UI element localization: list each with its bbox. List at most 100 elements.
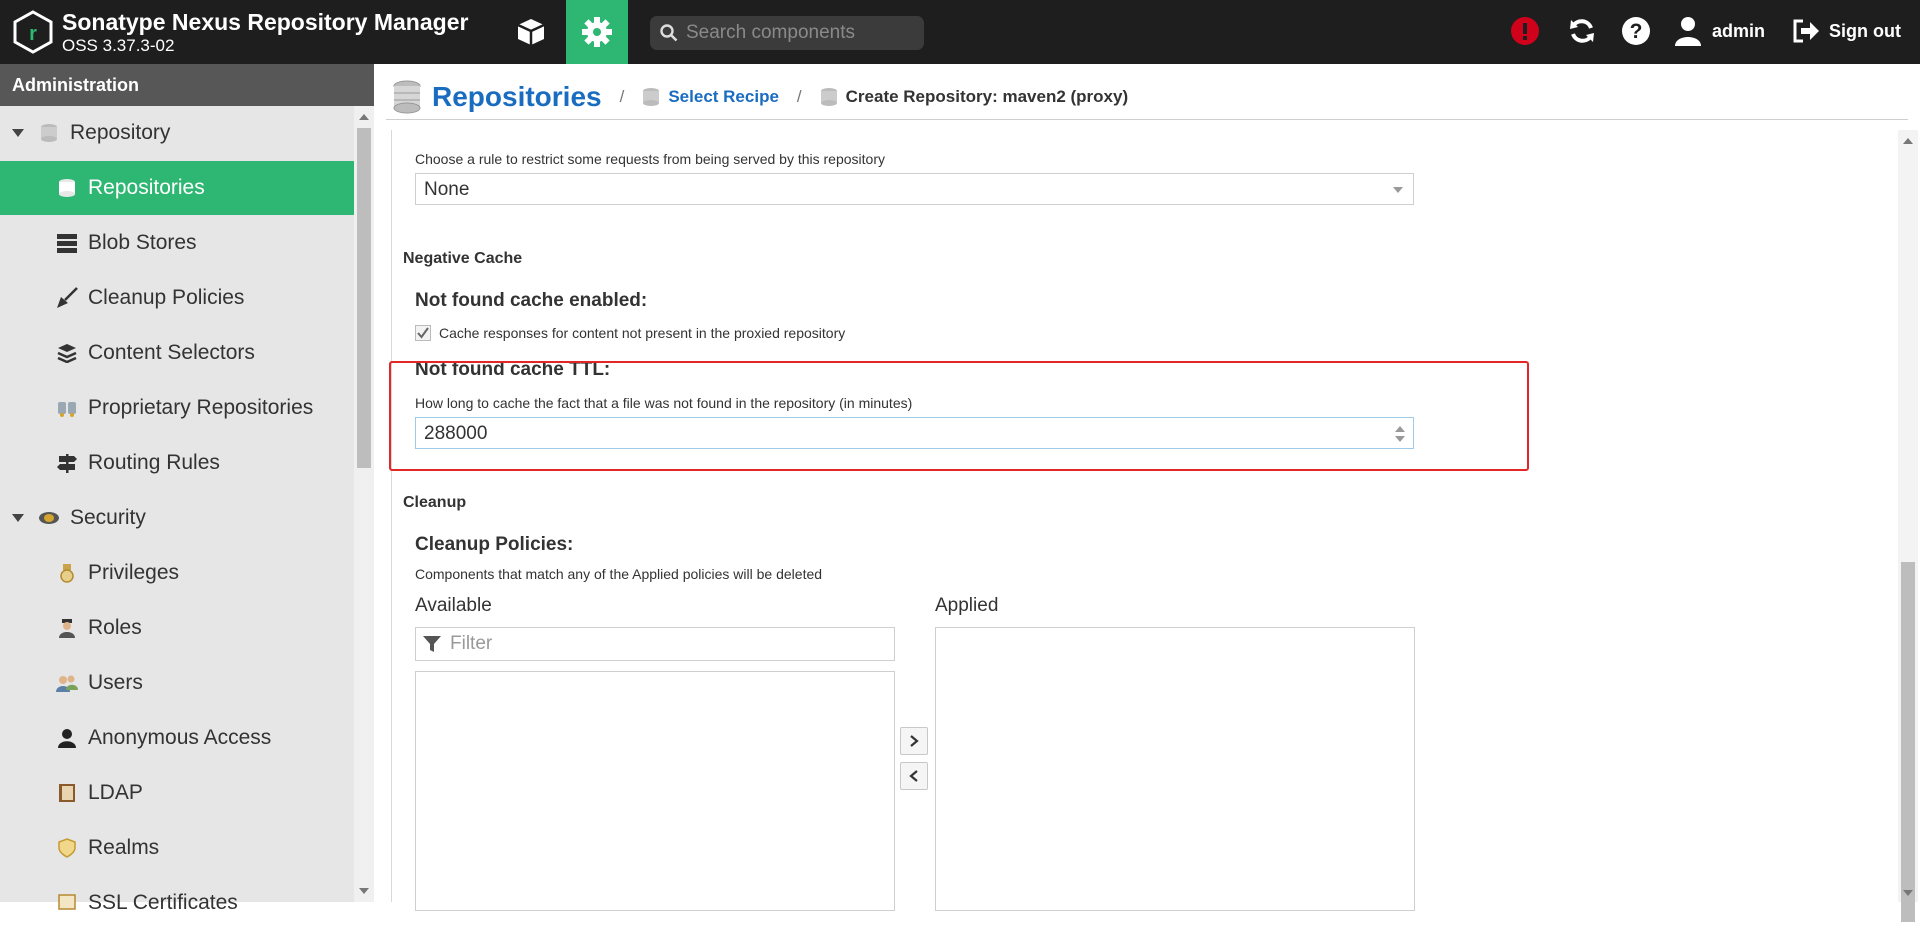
sidebar-item-label: Content Selectors: [88, 341, 255, 364]
sidebar-item-proprietary-repositories[interactable]: Proprietary Repositories: [0, 381, 354, 435]
cleanup-policies-help: Components that match any of the Applied…: [415, 566, 823, 582]
proprietary-icon: [56, 397, 78, 419]
routing-rule-value: None: [424, 179, 470, 200]
sidebar-item-cleanup-policies[interactable]: Cleanup Policies: [0, 271, 354, 325]
chevron-down-icon[interactable]: [1393, 187, 1403, 193]
user-menu-button[interactable]: admin: [1674, 14, 1765, 48]
database-icon: [820, 87, 837, 106]
app-version: OSS 3.37.3-02: [62, 36, 175, 55]
move-right-button[interactable]: [900, 727, 928, 755]
nfc-enabled-checkbox-label[interactable]: Cache responses for content not present …: [439, 325, 845, 341]
refresh-icon: [1570, 19, 1594, 43]
sign-out-label: Sign out: [1829, 20, 1901, 41]
sign-out-icon: [1793, 19, 1819, 43]
refresh-button[interactable]: [1565, 14, 1599, 48]
sidebar-group-repository[interactable]: Repository: [0, 106, 354, 160]
breadcrumb: Repositories / Select Recipe / Create Re…: [386, 74, 1908, 120]
sidebar-scrollbar[interactable]: [354, 106, 374, 902]
search-icon: [660, 24, 678, 42]
help-icon: ?: [1622, 17, 1650, 45]
sidebar-item-label: Repository: [70, 121, 171, 144]
filter-icon: [423, 636, 441, 652]
sidebar-item-label: Cleanup Policies: [88, 286, 245, 309]
routing-rule-help: Choose a rule to restrict some requests …: [415, 151, 885, 167]
sign-out-button[interactable]: Sign out: [1792, 14, 1901, 48]
search-input[interactable]: [686, 22, 916, 44]
help-button[interactable]: ?: [1619, 14, 1653, 48]
sidebar-item-label: Anonymous Access: [88, 726, 272, 749]
database-icon: [643, 87, 660, 106]
sidebar-item-repositories[interactable]: Repositories: [0, 161, 354, 215]
sidebar-item-anonymous-access[interactable]: Anonymous Access: [0, 711, 354, 765]
browse-mode-button[interactable]: [500, 0, 562, 64]
medal-icon: [56, 562, 78, 584]
gear-icon: [582, 17, 612, 47]
database-icon: [393, 80, 421, 113]
server-icon: [56, 232, 78, 254]
cleanup-policies-label: Cleanup Policies:: [415, 534, 574, 555]
security-icon: [38, 507, 60, 529]
sidebar-item-users[interactable]: Users: [0, 656, 354, 710]
search-box[interactable]: [650, 16, 924, 50]
main-scrollbar[interactable]: [1898, 130, 1918, 922]
user-icon: [1675, 17, 1701, 46]
caret-down-icon: [12, 129, 24, 137]
sidebar-item-label: Repositories: [88, 176, 205, 199]
annotation-highlight-box: [389, 361, 1529, 471]
cube-icon: [517, 19, 545, 45]
checkmark-icon: [417, 327, 429, 339]
available-policies-list[interactable]: [415, 671, 895, 911]
applied-policies-list[interactable]: [935, 627, 1415, 911]
signpost-icon: [56, 452, 78, 474]
caret-down-icon: [12, 514, 24, 522]
admin-mode-button[interactable]: [566, 0, 628, 64]
alert-icon: [1511, 17, 1539, 45]
nfc-enabled-row: Cache responses for content not present …: [415, 325, 845, 341]
filter-input[interactable]: [450, 633, 850, 655]
broom-icon: [56, 287, 78, 309]
sidebar-item-roles[interactable]: Roles: [0, 601, 354, 655]
sidebar-item-ssl-certificates[interactable]: SSL Certificates: [0, 876, 354, 930]
sidebar-item-label: LDAP: [88, 781, 143, 804]
chevron-left-icon: [909, 770, 918, 782]
sidebar-item-label: Privileges: [88, 561, 180, 584]
sidebar-item-realms[interactable]: Realms: [0, 821, 354, 875]
sidebar-item-content-selectors[interactable]: Content Selectors: [0, 326, 354, 380]
nfc-enabled-checkbox[interactable]: [415, 325, 431, 341]
scroll-up-icon[interactable]: [1903, 138, 1913, 144]
sidebar-item-ldap[interactable]: LDAP: [0, 766, 354, 820]
sidebar-item-label: Security: [70, 506, 146, 529]
sidebar-item-routing-rules[interactable]: Routing Rules: [0, 436, 354, 490]
sidebar-item-label: Routing Rules: [88, 451, 220, 474]
sidebar-item-blob-stores[interactable]: Blob Stores: [0, 216, 354, 270]
app-title: Sonatype Nexus Repository Manager: [62, 9, 469, 35]
breadcrumb-select-recipe-link[interactable]: Select Recipe: [668, 87, 779, 107]
cleanup-section-title: Cleanup: [403, 494, 467, 511]
scroll-down-icon[interactable]: [1903, 890, 1913, 896]
sidebar-group-security[interactable]: Security: [0, 491, 354, 545]
scroll-down-icon[interactable]: [359, 888, 369, 894]
filter-box[interactable]: [415, 627, 895, 661]
sidebar-item-label: Blob Stores: [88, 231, 197, 254]
top-bar: r Sonatype Nexus Repository Manager OSS …: [0, 0, 1920, 64]
sidebar-item-label: Users: [88, 671, 143, 694]
move-left-button[interactable]: [900, 762, 928, 790]
book-icon: [56, 782, 78, 804]
sidebar-item-label: SSL Certificates: [88, 891, 238, 914]
negative-cache-section-title: Negative Cache: [403, 250, 523, 267]
sidebar-item-label: Realms: [88, 836, 160, 859]
sidebar-header: Administration: [0, 64, 374, 106]
routing-rule-select[interactable]: None: [415, 173, 1414, 205]
scrollbar-thumb[interactable]: [1901, 562, 1915, 922]
svg-text:?: ?: [1630, 20, 1643, 43]
chevron-right-icon: [910, 735, 919, 747]
page-title[interactable]: Repositories: [432, 81, 602, 113]
role-icon: [56, 617, 78, 639]
scrollbar-thumb[interactable]: [357, 128, 371, 468]
sidebar-item-privileges[interactable]: Privileges: [0, 546, 354, 600]
system-alert-button[interactable]: [1508, 14, 1542, 48]
breadcrumb-current: Create Repository: maven2 (proxy): [845, 86, 1129, 106]
scroll-up-icon[interactable]: [359, 114, 369, 120]
breadcrumb-separator: /: [619, 86, 625, 106]
sidebar-item-label: Proprietary Repositories: [88, 396, 314, 419]
